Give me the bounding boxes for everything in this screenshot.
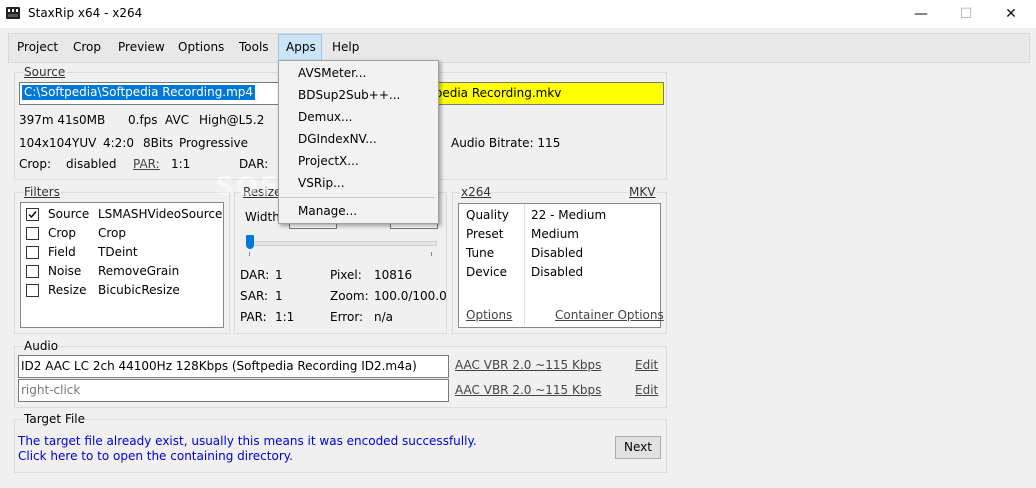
sar-label: SAR: — [240, 289, 269, 303]
next-button[interactable]: Next — [615, 436, 661, 459]
dar-label: DAR: — [239, 157, 269, 171]
filter-resize-name: Resize — [48, 283, 87, 297]
source-size: 0MB — [79, 113, 106, 127]
menu-apps[interactable]: Apps — [286, 40, 316, 54]
apps-menu-separator — [280, 197, 435, 198]
audio-track1-text: ID2 AAC LC 2ch 44100Hz 128Kbps (Softpedi… — [21, 359, 417, 373]
source-path-text: C:\Softpedia\Softpedia Recording.mp4 — [22, 85, 256, 100]
slider-tick-start — [249, 252, 250, 256]
container-label[interactable]: MKV — [628, 185, 657, 199]
resize-dar-value: 1 — [275, 268, 283, 282]
audio-bitrate: Audio Bitrate: 115 — [451, 136, 561, 150]
filter-source-name: Source — [48, 207, 90, 221]
clapperboard-icon — [6, 7, 20, 19]
pixel-value: 10816 — [374, 268, 413, 282]
encoder-preset-name: Preset — [466, 227, 504, 241]
filter-field-checkbox[interactable] — [26, 246, 39, 259]
zoom-value: 100.0/100.0 — [374, 289, 447, 303]
filter-crop-name: Crop — [48, 226, 77, 240]
error-value: n/a — [374, 310, 394, 324]
filter-resize-checkbox[interactable] — [26, 284, 39, 297]
error-label: Error: — [330, 310, 364, 324]
source-label[interactable]: Source — [23, 65, 67, 79]
apps-demux-item[interactable]: Demux... — [298, 110, 352, 124]
sar-value: 1 — [275, 289, 283, 303]
slider-tick-end — [431, 252, 432, 256]
menu-preview[interactable]: Preview — [118, 40, 165, 54]
filters-label[interactable]: Filters — [23, 185, 61, 199]
menu-help[interactable]: Help — [332, 40, 359, 54]
apps-vsrip-item[interactable]: VSRip... — [298, 176, 345, 190]
source-fps: 0.fps — [128, 113, 158, 127]
menu-crop[interactable]: Crop — [73, 40, 101, 54]
check-icon — [28, 211, 37, 219]
source-chroma: 4:2:0 — [103, 136, 134, 150]
apps-avsmeter-item[interactable]: AVSMeter... — [298, 66, 366, 80]
filter-source-value: LSMASHVideoSource — [98, 207, 223, 221]
apps-dgindexnv-item[interactable]: DGIndexNV... — [298, 132, 377, 146]
zoom-label: Zoom: — [330, 289, 369, 303]
encoder-quality-name: Quality — [466, 208, 509, 222]
encoder-device-name: Device — [466, 265, 508, 279]
target-file-label: Target File — [23, 412, 87, 426]
target-status-line1[interactable]: The target file already exist, usually t… — [18, 434, 477, 448]
filter-noise-name: Noise — [48, 264, 82, 278]
maximize-button[interactable]: ☐ — [943, 0, 989, 28]
source-profile: High@L5.2 — [199, 113, 265, 127]
source-duration: 397m 41s — [19, 113, 79, 127]
minimize-button[interactable]: — — [898, 0, 944, 28]
audio-track2-edit-link[interactable]: Edit — [635, 383, 658, 397]
encoder-device-value: Disabled — [531, 265, 584, 279]
menu-project[interactable]: Project — [17, 40, 58, 54]
source-codec: AVC — [165, 113, 190, 127]
filter-crop-checkbox[interactable] — [26, 227, 39, 240]
source-colorspace: YUV — [72, 136, 97, 150]
encoder-column-divider — [524, 204, 525, 325]
resize-par-label: PAR: — [240, 310, 267, 324]
window-title: StaxRip x64 - x264 — [28, 6, 143, 20]
title-bar — [0, 0, 1036, 28]
filter-source-checkbox[interactable] — [26, 208, 39, 221]
menu-options[interactable]: Options — [178, 40, 224, 54]
par-value: 1:1 — [171, 157, 191, 171]
menu-tools[interactable]: Tools — [239, 40, 269, 54]
encoder-tune-value: Disabled — [531, 246, 584, 260]
audio-label: Audio — [23, 339, 60, 353]
resize-slider-track[interactable] — [248, 241, 437, 246]
filter-field-value: TDeint — [98, 245, 138, 259]
audio-track1-edit-link[interactable]: Edit — [635, 358, 658, 372]
source-bitdepth: 8Bits — [143, 136, 174, 150]
resize-par-value: 1:1 — [275, 310, 295, 324]
encoder-quality-value: 22 - Medium — [531, 208, 607, 222]
container-options-link[interactable]: Container Options — [555, 308, 664, 322]
resize-slider-thumb[interactable] — [246, 235, 254, 249]
filter-field-name: Field — [48, 245, 76, 259]
crop-label: Crop: — [19, 157, 52, 171]
par-link[interactable]: PAR: — [133, 157, 160, 171]
encoder-options-link[interactable]: Options — [466, 308, 512, 322]
apps-manage-item[interactable]: Manage... — [298, 204, 357, 218]
target-open-directory-link[interactable]: Click here to to open the containing dir… — [18, 449, 293, 463]
audio-track2-profile-link[interactable]: AAC VBR 2.0 ~115 Kbps — [455, 383, 601, 397]
filter-noise-checkbox[interactable] — [26, 265, 39, 278]
apps-bdsup2sub-item[interactable]: BDSup2Sub++... — [298, 88, 400, 102]
audio-track1-profile-link[interactable]: AAC VBR 2.0 ~115 Kbps — [455, 358, 601, 372]
filter-crop-value: Crop — [98, 226, 127, 240]
encoder-preset-value: Medium — [531, 227, 579, 241]
resize-dar-label: DAR: — [240, 268, 270, 282]
encoder-tune-name: Tune — [466, 246, 495, 260]
source-resolution: 104x104 — [19, 136, 72, 150]
width-label: Width — [245, 210, 280, 224]
audio-track2-placeholder: right-click — [21, 383, 81, 397]
apps-projectx-item[interactable]: ProjectX... — [298, 154, 359, 168]
close-button[interactable]: ✕ — [988, 0, 1034, 28]
source-scan: Progressive — [179, 136, 249, 150]
filter-resize-value: BicubicResize — [98, 283, 180, 297]
audio-track2-field[interactable] — [18, 379, 449, 402]
crop-value: disabled — [66, 157, 117, 171]
pixel-label: Pixel: — [330, 268, 362, 282]
encoder-label[interactable]: x264 — [460, 185, 493, 199]
target-path-text: ftpedia Recording.mkv — [426, 86, 562, 100]
filter-noise-value: RemoveGrain — [98, 264, 180, 278]
